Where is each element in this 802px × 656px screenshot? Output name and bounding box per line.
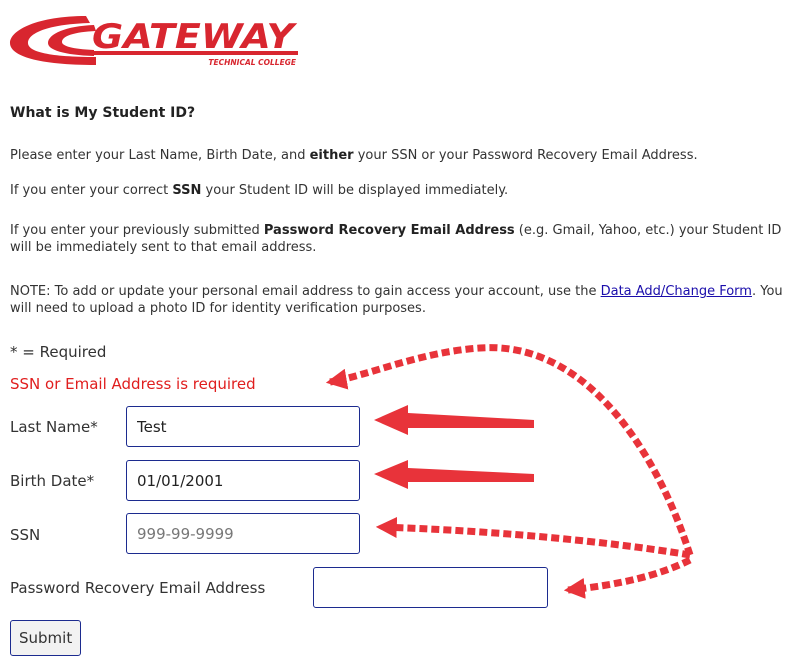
dotted-arrow-to-email	[563, 556, 692, 599]
ssn-note-emphasis: SSN	[172, 183, 202, 198]
update-note-paragraph: NOTE: To add or update your personal ema…	[10, 283, 800, 317]
dotted-arrow-to-error	[325, 344, 694, 557]
intro-text-before: Please enter your Last Name, Birth Date,…	[10, 148, 310, 163]
email-note-emphasis: Password Recovery Email Address	[263, 223, 515, 238]
last-name-input[interactable]	[126, 406, 360, 447]
ssn-input[interactable]	[126, 513, 360, 554]
last-name-label: Last Name*	[10, 418, 98, 436]
update-note-before: NOTE: To add or update your personal ema…	[10, 284, 601, 299]
gateway-technical-college-logo: GATEWAY TECHNICAL COLLEGE	[10, 16, 298, 67]
page-title: What is My Student ID?	[10, 105, 196, 121]
ssn-note-before: If you enter your correct	[10, 183, 173, 198]
birth-date-input[interactable]	[126, 460, 360, 501]
ssn-note-after: your Student ID will be displayed immedi…	[201, 183, 509, 198]
intro-emphasis: either	[309, 148, 354, 163]
arrow-to-last-name	[374, 405, 534, 435]
submit-button[interactable]: Submit	[10, 620, 82, 656]
ssn-note-paragraph: If you enter your correct SSN your Stude…	[10, 182, 508, 199]
intro-text-after: your SSN or your Password Recovery Email…	[353, 148, 698, 163]
recovery-email-label: Password Recovery Email Address	[10, 579, 266, 597]
validation-error-message: SSN or Email Address is required	[10, 375, 256, 393]
logo-subtitle: TECHNICAL COLLEGE	[208, 58, 297, 67]
dotted-arrow-to-ssn	[375, 517, 691, 559]
birth-date-label: Birth Date*	[10, 472, 95, 490]
data-change-form-link[interactable]: Data Add/Change Form	[601, 284, 752, 299]
annotation-arrows	[325, 344, 694, 599]
email-note-before: If you enter your previously submitted	[10, 223, 264, 238]
logo-swoosh-inner	[48, 25, 96, 56]
arrow-to-birth-date	[374, 460, 534, 489]
ssn-label: SSN	[10, 526, 41, 544]
required-legend: * = Required	[10, 343, 107, 361]
email-note-paragraph: If you enter your previously submitted P…	[10, 222, 800, 256]
recovery-email-input[interactable]	[313, 567, 548, 608]
intro-paragraph: Please enter your Last Name, Birth Date,…	[10, 147, 698, 164]
logo-wordmark: GATEWAY	[92, 17, 298, 57]
